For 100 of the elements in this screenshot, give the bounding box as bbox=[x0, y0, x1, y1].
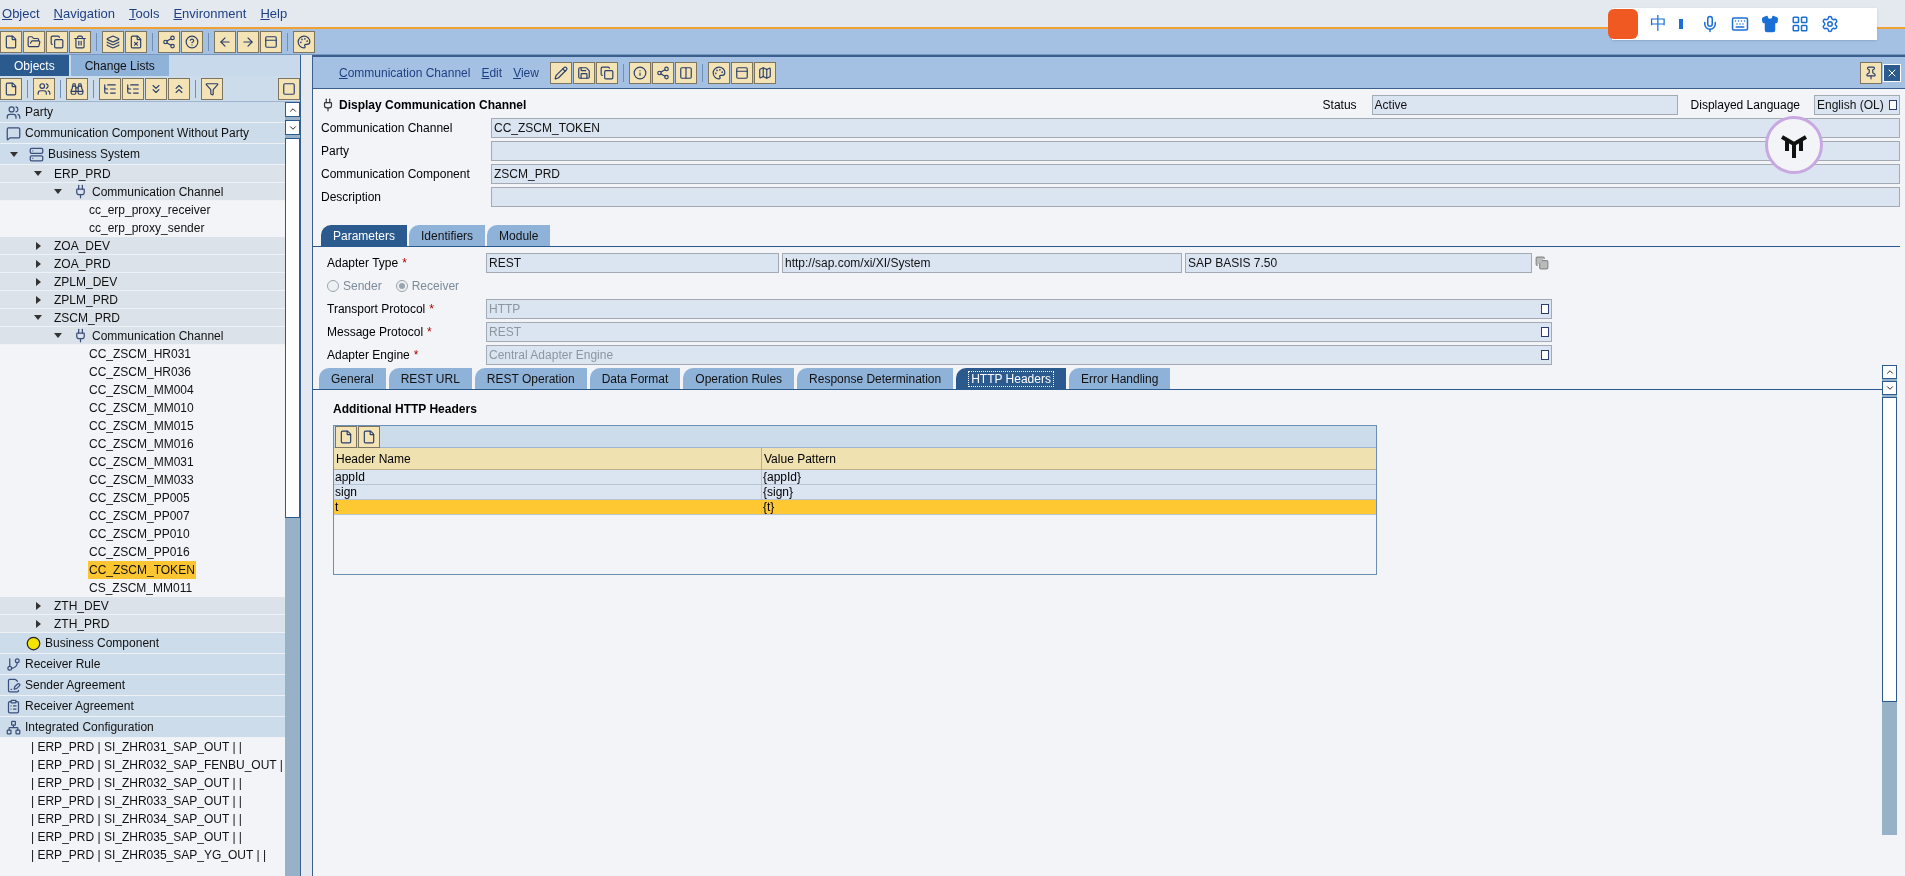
collapse-arrow-icon[interactable] bbox=[34, 315, 42, 320]
shirt-icon[interactable] bbox=[1761, 15, 1779, 33]
toolbar-button[interactable] bbox=[102, 30, 124, 53]
grid-icon[interactable] bbox=[1791, 15, 1809, 33]
toolbar-button[interactable] bbox=[260, 30, 282, 53]
toolbar-button[interactable] bbox=[1860, 61, 1882, 84]
tree-item[interactable]: CC_ZSCM_HR036 bbox=[88, 363, 193, 381]
settings-icon[interactable] bbox=[1821, 15, 1839, 33]
toolbar-button[interactable] bbox=[278, 77, 300, 100]
tab[interactable]: Error Handling bbox=[1068, 368, 1171, 389]
text-field[interactable] bbox=[491, 187, 1900, 207]
menu-item[interactable]: Communication Channel bbox=[339, 63, 471, 82]
text-field[interactable]: Active bbox=[1371, 95, 1678, 115]
menu-item[interactable]: View bbox=[513, 63, 539, 82]
tree-item[interactable]: | ERP_PRD | SI_ZHR031_SAP_OUT | | bbox=[30, 738, 243, 756]
tree-item[interactable]: CC_ZSCM_MM015 bbox=[88, 417, 195, 435]
table-row[interactable]: appId {appId} bbox=[334, 470, 1376, 485]
text-field[interactable]: CC_ZSCM_TOKEN bbox=[491, 118, 1900, 138]
toolbar-button[interactable] bbox=[335, 425, 357, 448]
menu-item[interactable]: Object bbox=[2, 3, 40, 24]
toolbar-button[interactable] bbox=[595, 61, 618, 84]
tree-item[interactable]: CC_ZSCM_TOKEN bbox=[88, 561, 196, 579]
radio-button[interactable] bbox=[327, 280, 339, 292]
expand-arrow-icon[interactable] bbox=[36, 241, 41, 250]
collapse-arrow-icon[interactable] bbox=[54, 189, 62, 194]
input-mode[interactable]: 中 bbox=[1650, 11, 1667, 37]
tab[interactable]: Response Determination bbox=[797, 368, 954, 389]
collapse-arrow-icon[interactable] bbox=[34, 171, 42, 176]
tree-item[interactable]: | ERP_PRD | SI_ZHR032_SAP_OUT | | bbox=[30, 774, 243, 792]
tree-item[interactable]: CC_ZSCM_HR031 bbox=[88, 345, 193, 363]
table-row[interactable]: t {t} bbox=[334, 500, 1376, 515]
tree-item[interactable]: | ERP_PRD | SI_ZHR035_SAP_OUT | | bbox=[30, 828, 243, 846]
scroll-thumb[interactable] bbox=[285, 138, 300, 518]
collapse-arrow-icon[interactable] bbox=[10, 151, 18, 157]
radio-button[interactable] bbox=[395, 280, 408, 292]
toolbar-button[interactable] bbox=[214, 30, 236, 53]
tab[interactable]: General bbox=[319, 368, 386, 389]
menu-item[interactable]: Environment bbox=[173, 3, 247, 24]
column-header[interactable]: Header Name bbox=[334, 448, 762, 469]
scrollbar[interactable] bbox=[1882, 365, 1897, 835]
toolbar-button[interactable] bbox=[181, 30, 203, 53]
tree-item[interactable]: | ERP_PRD | SI_ZHR035_SAP_YG_OUT | | bbox=[30, 846, 267, 864]
toolbar-button[interactable] bbox=[549, 61, 572, 84]
tab[interactable]: Operation Rules bbox=[683, 368, 795, 389]
tree-item[interactable]: cc_erp_proxy_receiver bbox=[88, 201, 212, 219]
tab[interactable]: Parameters bbox=[321, 225, 408, 246]
expand-arrow-icon[interactable] bbox=[36, 619, 41, 628]
expand-arrow-icon[interactable] bbox=[36, 295, 41, 304]
tree-item[interactable]: CC_ZSCM_MM016 bbox=[88, 435, 195, 453]
expand-arrow-icon[interactable] bbox=[36, 277, 41, 286]
microphone-icon[interactable] bbox=[1701, 15, 1719, 33]
toolbar-button[interactable] bbox=[23, 30, 45, 53]
toolbar-button[interactable] bbox=[707, 61, 730, 84]
scroll-up-button[interactable] bbox=[1882, 365, 1897, 379]
toolbar-button[interactable] bbox=[125, 30, 147, 53]
keyboard-icon[interactable] bbox=[1731, 15, 1749, 33]
text-field[interactable]: SAP BASIS 7.50 bbox=[1185, 253, 1532, 273]
tree-item[interactable]: CC_ZSCM_PP007 bbox=[88, 507, 191, 525]
tree-item[interactable]: | ERP_PRD | SI_ZHR032_SAP_FENBU_OUT | bbox=[30, 756, 284, 774]
column-header[interactable]: Value Pattern bbox=[762, 448, 1376, 469]
table-row[interactable]: sign {sign} bbox=[334, 485, 1376, 500]
tab[interactable]: REST Operation bbox=[474, 368, 587, 389]
tree-item[interactable]: | ERP_PRD | SI_ZHR033_SAP_OUT | | bbox=[30, 792, 243, 810]
tree-item[interactable]: CC_ZSCM_MM033 bbox=[88, 471, 195, 489]
copy-icon[interactable] bbox=[1535, 256, 1549, 270]
toolbar-button[interactable] bbox=[0, 77, 22, 100]
tree-item[interactable]: Party bbox=[24, 103, 54, 121]
tab[interactable]: HTTP Headers bbox=[956, 368, 1066, 389]
toolbar-button[interactable] bbox=[358, 425, 380, 448]
menu-item[interactable]: Navigation bbox=[53, 3, 116, 24]
tab[interactable]: Data Format bbox=[589, 368, 681, 389]
tree-item[interactable]: CC_ZSCM_PP016 bbox=[88, 543, 191, 561]
menu-item[interactable]: Help bbox=[260, 3, 288, 24]
text-field[interactable] bbox=[491, 141, 1900, 161]
toolbar-button[interactable] bbox=[69, 30, 91, 53]
tab[interactable]: Module bbox=[487, 225, 551, 246]
toolbar-button[interactable] bbox=[628, 61, 651, 84]
toolbar-button[interactable] bbox=[293, 30, 315, 53]
text-field[interactable]: REST bbox=[486, 253, 779, 273]
expand-arrow-icon[interactable] bbox=[36, 259, 41, 268]
toolbar-button[interactable] bbox=[730, 61, 753, 84]
toolbar-button[interactable] bbox=[145, 77, 167, 100]
text-field[interactable]: ZSCM_PRD bbox=[491, 164, 1900, 184]
tree-item[interactable]: CS_ZSCM_MM011 bbox=[88, 579, 194, 597]
toolbar-button[interactable] bbox=[572, 61, 595, 84]
tab[interactable]: Change Lists bbox=[70, 55, 169, 76]
toolbar-button[interactable] bbox=[158, 30, 180, 53]
expand-arrow-icon[interactable] bbox=[36, 601, 41, 610]
tab[interactable]: Objects bbox=[0, 55, 69, 76]
toolbar-button[interactable] bbox=[66, 77, 88, 100]
scroll-thumb[interactable] bbox=[1882, 397, 1897, 702]
tree-item[interactable]: | ERP_PRD | SI_ZHR034_SAP_OUT | | bbox=[30, 810, 243, 828]
tree-item[interactable]: CC_ZSCM_MM010 bbox=[88, 399, 195, 417]
tree-item[interactable]: CC_ZSCM_PP010 bbox=[88, 525, 191, 543]
tree-item[interactable]: CC_ZSCM_PP005 bbox=[88, 489, 191, 507]
tree-item[interactable]: cc_erp_proxy_sender bbox=[88, 219, 206, 237]
toolbar-button[interactable] bbox=[168, 77, 190, 100]
close-button[interactable] bbox=[1883, 63, 1901, 82]
toolbar-button[interactable] bbox=[237, 30, 259, 53]
toolbar-button[interactable] bbox=[674, 61, 697, 84]
